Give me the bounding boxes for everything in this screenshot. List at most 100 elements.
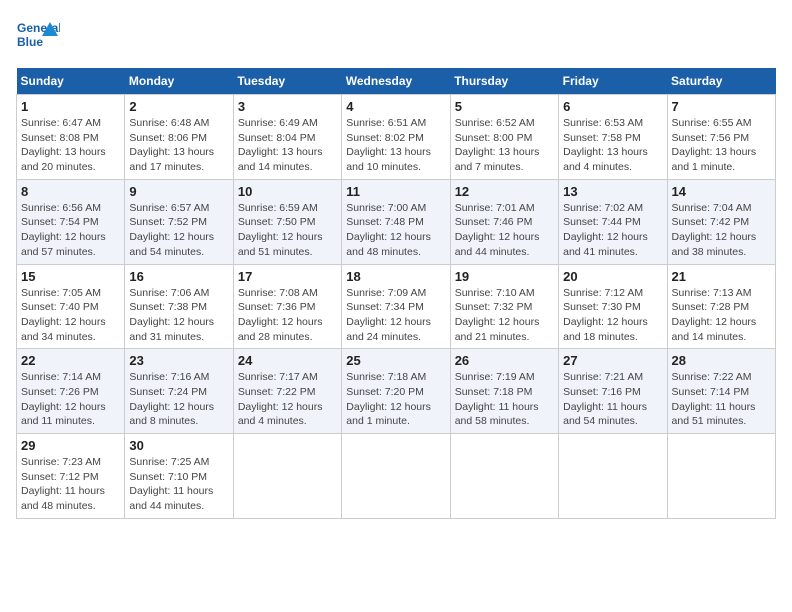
calendar-day: 8 Sunrise: 6:56 AM Sunset: 7:54 PM Dayli… [17,179,125,264]
calendar-day: 11 Sunrise: 7:00 AM Sunset: 7:48 PM Dayl… [342,179,450,264]
calendar-day: 26 Sunrise: 7:19 AM Sunset: 7:18 PM Dayl… [450,349,558,434]
day-number: 15 [21,269,120,284]
day-number: 18 [346,269,445,284]
day-number: 13 [563,184,662,199]
day-number: 6 [563,99,662,114]
calendar-table: SundayMondayTuesdayWednesdayThursdayFrid… [16,68,776,519]
days-of-week-row: SundayMondayTuesdayWednesdayThursdayFrid… [17,68,776,95]
calendar-week-row: 22 Sunrise: 7:14 AM Sunset: 7:26 PM Dayl… [17,349,776,434]
day-info: Sunrise: 6:56 AM Sunset: 7:54 PM Dayligh… [21,201,120,260]
day-info: Sunrise: 6:47 AM Sunset: 8:08 PM Dayligh… [21,116,120,175]
calendar-day: 4 Sunrise: 6:51 AM Sunset: 8:02 PM Dayli… [342,95,450,180]
calendar-day: 20 Sunrise: 7:12 AM Sunset: 7:30 PM Dayl… [559,264,667,349]
calendar-day: 9 Sunrise: 6:57 AM Sunset: 7:52 PM Dayli… [125,179,233,264]
day-number: 22 [21,353,120,368]
day-info: Sunrise: 7:23 AM Sunset: 7:12 PM Dayligh… [21,455,120,514]
day-number: 2 [129,99,228,114]
day-number: 12 [455,184,554,199]
calendar-day: 12 Sunrise: 7:01 AM Sunset: 7:46 PM Dayl… [450,179,558,264]
day-number: 26 [455,353,554,368]
day-number: 14 [672,184,771,199]
calendar-day: 18 Sunrise: 7:09 AM Sunset: 7:34 PM Dayl… [342,264,450,349]
day-info: Sunrise: 7:09 AM Sunset: 7:34 PM Dayligh… [346,286,445,345]
day-info: Sunrise: 7:12 AM Sunset: 7:30 PM Dayligh… [563,286,662,345]
calendar-day: 29 Sunrise: 7:23 AM Sunset: 7:12 PM Dayl… [17,434,125,519]
day-number: 19 [455,269,554,284]
calendar-day: 23 Sunrise: 7:16 AM Sunset: 7:24 PM Dayl… [125,349,233,434]
day-info: Sunrise: 7:13 AM Sunset: 7:28 PM Dayligh… [672,286,771,345]
day-info: Sunrise: 7:01 AM Sunset: 7:46 PM Dayligh… [455,201,554,260]
day-info: Sunrise: 7:18 AM Sunset: 7:20 PM Dayligh… [346,370,445,429]
calendar-day: 3 Sunrise: 6:49 AM Sunset: 8:04 PM Dayli… [233,95,341,180]
calendar-day: 17 Sunrise: 7:08 AM Sunset: 7:36 PM Dayl… [233,264,341,349]
day-info: Sunrise: 7:08 AM Sunset: 7:36 PM Dayligh… [238,286,337,345]
day-number: 25 [346,353,445,368]
day-number: 10 [238,184,337,199]
day-number: 29 [21,438,120,453]
day-info: Sunrise: 7:16 AM Sunset: 7:24 PM Dayligh… [129,370,228,429]
calendar-week-row: 8 Sunrise: 6:56 AM Sunset: 7:54 PM Dayli… [17,179,776,264]
empty-day [450,434,558,519]
empty-day [342,434,450,519]
day-info: Sunrise: 6:53 AM Sunset: 7:58 PM Dayligh… [563,116,662,175]
day-number: 16 [129,269,228,284]
day-number: 27 [563,353,662,368]
calendar-day: 13 Sunrise: 7:02 AM Sunset: 7:44 PM Dayl… [559,179,667,264]
calendar-day: 19 Sunrise: 7:10 AM Sunset: 7:32 PM Dayl… [450,264,558,349]
day-of-week-header: Thursday [450,68,558,95]
calendar-day: 6 Sunrise: 6:53 AM Sunset: 7:58 PM Dayli… [559,95,667,180]
day-number: 23 [129,353,228,368]
calendar-day: 1 Sunrise: 6:47 AM Sunset: 8:08 PM Dayli… [17,95,125,180]
day-number: 30 [129,438,228,453]
day-info: Sunrise: 6:48 AM Sunset: 8:06 PM Dayligh… [129,116,228,175]
day-info: Sunrise: 7:05 AM Sunset: 7:40 PM Dayligh… [21,286,120,345]
day-info: Sunrise: 6:57 AM Sunset: 7:52 PM Dayligh… [129,201,228,260]
logo: General Blue [16,16,60,60]
calendar-day: 22 Sunrise: 7:14 AM Sunset: 7:26 PM Dayl… [17,349,125,434]
day-info: Sunrise: 7:21 AM Sunset: 7:16 PM Dayligh… [563,370,662,429]
calendar-day: 28 Sunrise: 7:22 AM Sunset: 7:14 PM Dayl… [667,349,775,434]
day-info: Sunrise: 6:49 AM Sunset: 8:04 PM Dayligh… [238,116,337,175]
day-number: 3 [238,99,337,114]
day-info: Sunrise: 6:51 AM Sunset: 8:02 PM Dayligh… [346,116,445,175]
empty-day [233,434,341,519]
day-of-week-header: Wednesday [342,68,450,95]
day-info: Sunrise: 7:19 AM Sunset: 7:18 PM Dayligh… [455,370,554,429]
day-number: 8 [21,184,120,199]
day-number: 7 [672,99,771,114]
day-number: 21 [672,269,771,284]
day-number: 28 [672,353,771,368]
day-info: Sunrise: 7:04 AM Sunset: 7:42 PM Dayligh… [672,201,771,260]
logo-svg: General Blue [16,16,60,60]
day-number: 5 [455,99,554,114]
empty-day [667,434,775,519]
calendar-day: 5 Sunrise: 6:52 AM Sunset: 8:00 PM Dayli… [450,95,558,180]
day-info: Sunrise: 7:17 AM Sunset: 7:22 PM Dayligh… [238,370,337,429]
empty-day [559,434,667,519]
calendar-day: 15 Sunrise: 7:05 AM Sunset: 7:40 PM Dayl… [17,264,125,349]
day-info: Sunrise: 7:00 AM Sunset: 7:48 PM Dayligh… [346,201,445,260]
day-of-week-header: Saturday [667,68,775,95]
day-number: 1 [21,99,120,114]
day-of-week-header: Tuesday [233,68,341,95]
day-number: 24 [238,353,337,368]
day-of-week-header: Monday [125,68,233,95]
calendar-day: 10 Sunrise: 6:59 AM Sunset: 7:50 PM Dayl… [233,179,341,264]
svg-text:Blue: Blue [17,35,43,49]
day-info: Sunrise: 7:10 AM Sunset: 7:32 PM Dayligh… [455,286,554,345]
calendar-day: 7 Sunrise: 6:55 AM Sunset: 7:56 PM Dayli… [667,95,775,180]
page-header: General Blue [16,16,776,60]
calendar-day: 21 Sunrise: 7:13 AM Sunset: 7:28 PM Dayl… [667,264,775,349]
calendar-day: 27 Sunrise: 7:21 AM Sunset: 7:16 PM Dayl… [559,349,667,434]
calendar-week-row: 15 Sunrise: 7:05 AM Sunset: 7:40 PM Dayl… [17,264,776,349]
calendar-week-row: 1 Sunrise: 6:47 AM Sunset: 8:08 PM Dayli… [17,95,776,180]
day-of-week-header: Sunday [17,68,125,95]
day-number: 4 [346,99,445,114]
day-number: 17 [238,269,337,284]
day-info: Sunrise: 6:59 AM Sunset: 7:50 PM Dayligh… [238,201,337,260]
calendar-day: 25 Sunrise: 7:18 AM Sunset: 7:20 PM Dayl… [342,349,450,434]
day-info: Sunrise: 7:06 AM Sunset: 7:38 PM Dayligh… [129,286,228,345]
day-info: Sunrise: 7:14 AM Sunset: 7:26 PM Dayligh… [21,370,120,429]
calendar-day: 16 Sunrise: 7:06 AM Sunset: 7:38 PM Dayl… [125,264,233,349]
day-info: Sunrise: 6:52 AM Sunset: 8:00 PM Dayligh… [455,116,554,175]
